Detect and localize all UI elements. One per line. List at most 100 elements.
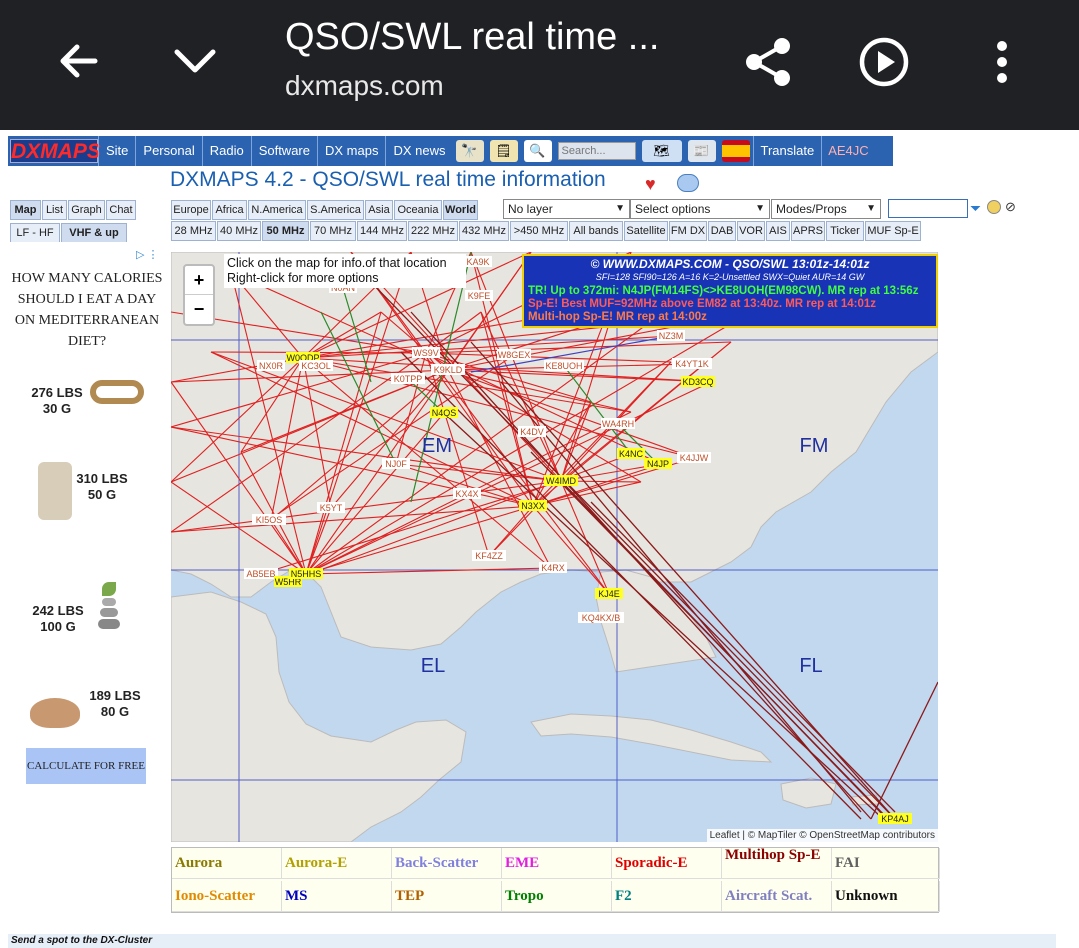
- ad-item-3: 242 LBS 100 G: [32, 603, 84, 634]
- page-url[interactable]: dxmaps.com: [285, 70, 444, 102]
- notepad-icon[interactable]: 🗒: [489, 140, 518, 162]
- region-tab-asia[interactable]: Asia: [365, 200, 393, 220]
- newspaper-icon[interactable]: 📰: [687, 140, 716, 162]
- zoom-out-button[interactable]: −: [185, 295, 213, 324]
- grid-square-label: FM: [800, 435, 829, 457]
- band-tab-vor[interactable]: VOR: [737, 221, 765, 241]
- settings-icon[interactable]: [987, 200, 1001, 214]
- tab-lf-hf[interactable]: LF - HF: [10, 223, 60, 243]
- band-tab-aprs[interactable]: APRS: [791, 221, 825, 241]
- region-tab-africa[interactable]: Africa: [212, 200, 247, 220]
- chevron-down-icon[interactable]: [168, 34, 222, 88]
- more-vert-icon[interactable]: [980, 34, 1024, 90]
- band-tab-allbands[interactable]: All bands: [569, 221, 623, 241]
- map-attribution[interactable]: Leaflet | © MapTiler © OpenStreetMap con…: [706, 829, 938, 842]
- band-tab-mufspe[interactable]: MUF Sp-E: [865, 221, 921, 241]
- region-tab-samerica[interactable]: S.America: [307, 200, 364, 220]
- band-tab-ticker[interactable]: Ticker: [826, 221, 864, 241]
- back-arrow-icon[interactable]: [52, 34, 106, 88]
- legend-f-: F2: [612, 881, 722, 912]
- nav-software[interactable]: Software: [250, 136, 317, 166]
- heart-icon[interactable]: ♥: [645, 174, 656, 195]
- filter-icon[interactable]: ⏷: [970, 200, 981, 217]
- region-tab-europe[interactable]: Europe: [171, 200, 211, 220]
- legend-back-scatter: Back-Scatter: [392, 848, 502, 879]
- nav-dx-news[interactable]: DX news: [385, 136, 452, 166]
- nav-dx-maps[interactable]: DX maps: [317, 136, 385, 166]
- legend-iono-scatter: Iono-Scatter: [172, 881, 282, 912]
- station-callsign: WS9V: [413, 348, 439, 358]
- station-callsign: N5HHS: [291, 569, 322, 579]
- band-tab-50mhz[interactable]: 50 MHz: [262, 221, 309, 241]
- tab-graph[interactable]: Graph: [68, 200, 105, 220]
- band-tab-dab[interactable]: DAB: [708, 221, 736, 241]
- translate-link[interactable]: Translate: [752, 136, 822, 166]
- hide-eye-icon[interactable]: ⊘: [1005, 199, 1016, 215]
- layer-select[interactable]: No layer ▼: [503, 199, 630, 219]
- play-icon[interactable]: [856, 34, 912, 90]
- region-tab-oceania[interactable]: Oceania: [394, 200, 442, 220]
- station-callsign: KE8UOH: [545, 361, 582, 371]
- station-callsign: KQ4KX/B: [582, 613, 621, 623]
- zoom-control: + −: [183, 264, 215, 326]
- qso-map[interactable]: KA9K K9FE N0AN W0QDP NX0R KC3OL WS9V K9KLD K0TPP…: [171, 252, 938, 842]
- legend-aurora-e: Aurora-E: [282, 848, 392, 879]
- station-callsign: K9KLD: [434, 365, 463, 375]
- search-input[interactable]: Search...: [557, 142, 636, 160]
- binoculars-icon[interactable]: 🔭: [455, 140, 484, 162]
- region-tab-namerica[interactable]: N.America: [248, 200, 306, 220]
- legend-tropo: Tropo: [502, 881, 612, 912]
- station-callsign: N3XX: [521, 501, 545, 511]
- band-tab-450mhz[interactable]: >450 MHz: [510, 221, 568, 241]
- tab-chat[interactable]: Chat: [106, 200, 136, 220]
- station-callsign: N4QS: [432, 408, 457, 418]
- dxmaps-logo[interactable]: DXMAPS: [10, 139, 101, 163]
- tab-map[interactable]: Map: [10, 200, 41, 220]
- station-callsign: K4RX: [541, 563, 565, 573]
- search-window-icon[interactable]: 🔍: [523, 140, 552, 162]
- legend-aircraft-scat-: Aircraft Scat.: [722, 881, 832, 912]
- user-callsign[interactable]: AE4JC: [821, 136, 874, 166]
- station-callsign: KF4ZZ: [475, 551, 503, 561]
- tab-vhf-up[interactable]: VHF & up: [61, 223, 127, 243]
- advertisement[interactable]: ▷ ⋮ HOW MANY CALORIES SHOULD I EAT A DAY…: [8, 242, 166, 802]
- band-tab-fmdx[interactable]: FM DX: [669, 221, 707, 241]
- band-tab-222mhz[interactable]: 222 MHz: [408, 221, 458, 241]
- band-tab-satellite[interactable]: Satellite: [624, 221, 668, 241]
- callsign-filter-input[interactable]: [888, 199, 968, 218]
- options-select[interactable]: Select options ▼: [630, 199, 770, 219]
- band-tab-70mhz[interactable]: 70 MHz: [310, 221, 356, 241]
- ad-choices-icon[interactable]: ▷ ⋮: [136, 248, 159, 261]
- browser-toolbar: QSO/SWL real time ... dxmaps.com: [0, 0, 1079, 130]
- band-tab-ais[interactable]: AIS: [766, 221, 790, 241]
- map-canvas[interactable]: KA9KK9FEN0ANW0QDPNX0R KC3OLWS9VK9KLDK0TPP…: [171, 252, 938, 842]
- modes-props-select[interactable]: Modes/Props ▼: [771, 199, 881, 219]
- cuba-landmass: [530, 713, 773, 763]
- legend-unknown: Unknown: [832, 881, 940, 912]
- chat-bubble-icon[interactable]: [677, 174, 699, 192]
- world-map-icon[interactable]: 🗺: [641, 140, 682, 162]
- map-tooltip: Click on the map for info.of that locati…: [224, 254, 466, 288]
- nav-radio[interactable]: Radio: [201, 136, 251, 166]
- band-tab-40mhz[interactable]: 40 MHz: [217, 221, 261, 241]
- station-callsign: AB5EB: [246, 569, 275, 579]
- calculate-button[interactable]: CALCULATE FOR FREE: [26, 748, 146, 784]
- tab-list[interactable]: List: [42, 200, 67, 220]
- band-tab-28mhz[interactable]: 28 MHz: [171, 221, 216, 241]
- station-callsign: K0TPP: [394, 374, 423, 384]
- nav-site[interactable]: Site: [98, 136, 135, 166]
- nav-personal[interactable]: Personal: [135, 136, 201, 166]
- legend-sporadic-e: Sporadic-E: [612, 848, 722, 879]
- station-callsign: KX4X: [455, 489, 478, 499]
- zoom-in-button[interactable]: +: [185, 266, 213, 295]
- band-tab-144mhz[interactable]: 144 MHz: [357, 221, 407, 241]
- station-callsign: K4NC: [619, 449, 644, 459]
- share-icon[interactable]: [740, 34, 796, 90]
- region-tab-world[interactable]: World: [443, 200, 478, 220]
- station-callsign: W4IMD: [546, 476, 576, 486]
- station-callsign: KD3CQ: [682, 377, 713, 387]
- band-tab-432mhz[interactable]: 432 MHz: [459, 221, 509, 241]
- spain-flag-icon[interactable]: [721, 140, 750, 162]
- grid-square-label: EM: [422, 435, 452, 457]
- legend-aurora: Aurora: [172, 848, 282, 879]
